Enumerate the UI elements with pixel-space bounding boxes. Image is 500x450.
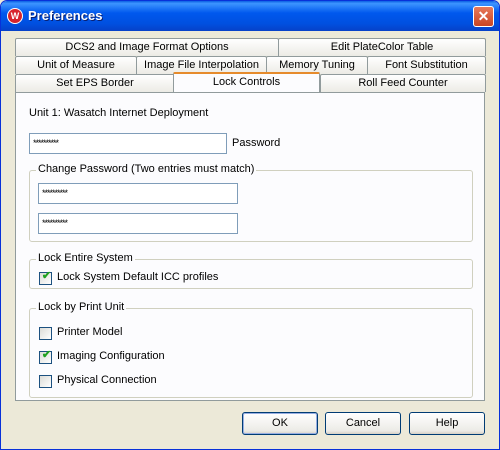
- ok-button[interactable]: OK: [242, 412, 318, 435]
- new-password-input[interactable]: **********: [38, 183, 238, 204]
- tab-font-substitution[interactable]: Font Substitution: [367, 56, 486, 74]
- checkmark-icon: ✔: [41, 349, 52, 361]
- tab-edit-platecolor-table[interactable]: Edit PlateColor Table: [278, 38, 486, 56]
- checkmark-icon: ✔: [41, 270, 52, 282]
- lock-controls-panel: Unit 1: Wasatch Internet Deployment ****…: [15, 92, 485, 401]
- tab-lock-controls[interactable]: Lock Controls: [173, 72, 320, 92]
- cancel-button[interactable]: Cancel: [325, 412, 401, 435]
- physical-connection-checkbox[interactable]: [39, 375, 52, 388]
- lock-entire-system-legend: Lock Entire System: [36, 252, 135, 264]
- tab-roll-feed-counter[interactable]: Roll Feed Counter: [320, 74, 486, 92]
- unit-label: Unit 1: Wasatch Internet Deployment: [29, 107, 209, 119]
- close-button[interactable]: ✕: [473, 6, 494, 27]
- tab-unit-of-measure[interactable]: Unit of Measure: [15, 56, 137, 74]
- change-password-group: Change Password (Two entries must match)…: [29, 163, 473, 242]
- password-input[interactable]: **********: [29, 133, 227, 154]
- confirm-password-input[interactable]: **********: [38, 213, 238, 234]
- lock-entire-system-group: Lock Entire System ✔ Lock System Default…: [29, 252, 473, 289]
- window-title: Preferences: [28, 8, 103, 23]
- title-bar[interactable]: W Preferences ✕: [1, 1, 499, 31]
- imaging-configuration-checkbox[interactable]: ✔: [39, 349, 52, 364]
- app-icon: W: [7, 8, 23, 24]
- password-label: Password: [232, 137, 281, 149]
- change-password-legend: Change Password (Two entries must match): [36, 163, 257, 175]
- imaging-configuration-label: Imaging Configuration: [57, 350, 165, 362]
- lock-icc-checkbox[interactable]: ✔: [39, 270, 52, 285]
- printer-model-label: Printer Model: [57, 326, 123, 338]
- close-icon: ✕: [477, 8, 490, 24]
- lock-by-print-unit-group: Lock by Print Unit Printer Model ✔ Imagi…: [29, 301, 473, 398]
- tab-dcs2-image-format[interactable]: DCS2 and Image Format Options: [15, 38, 279, 56]
- physical-connection-label: Physical Connection: [57, 374, 157, 386]
- help-button[interactable]: Help: [409, 412, 485, 435]
- preferences-dialog: W Preferences ✕ DCS2 and Image Format Op…: [0, 0, 500, 450]
- tab-set-eps-border[interactable]: Set EPS Border: [15, 74, 175, 92]
- printer-model-checkbox[interactable]: [39, 327, 52, 340]
- lock-icc-label: Lock System Default ICC profiles: [57, 271, 219, 283]
- lock-by-print-unit-legend: Lock by Print Unit: [36, 301, 127, 313]
